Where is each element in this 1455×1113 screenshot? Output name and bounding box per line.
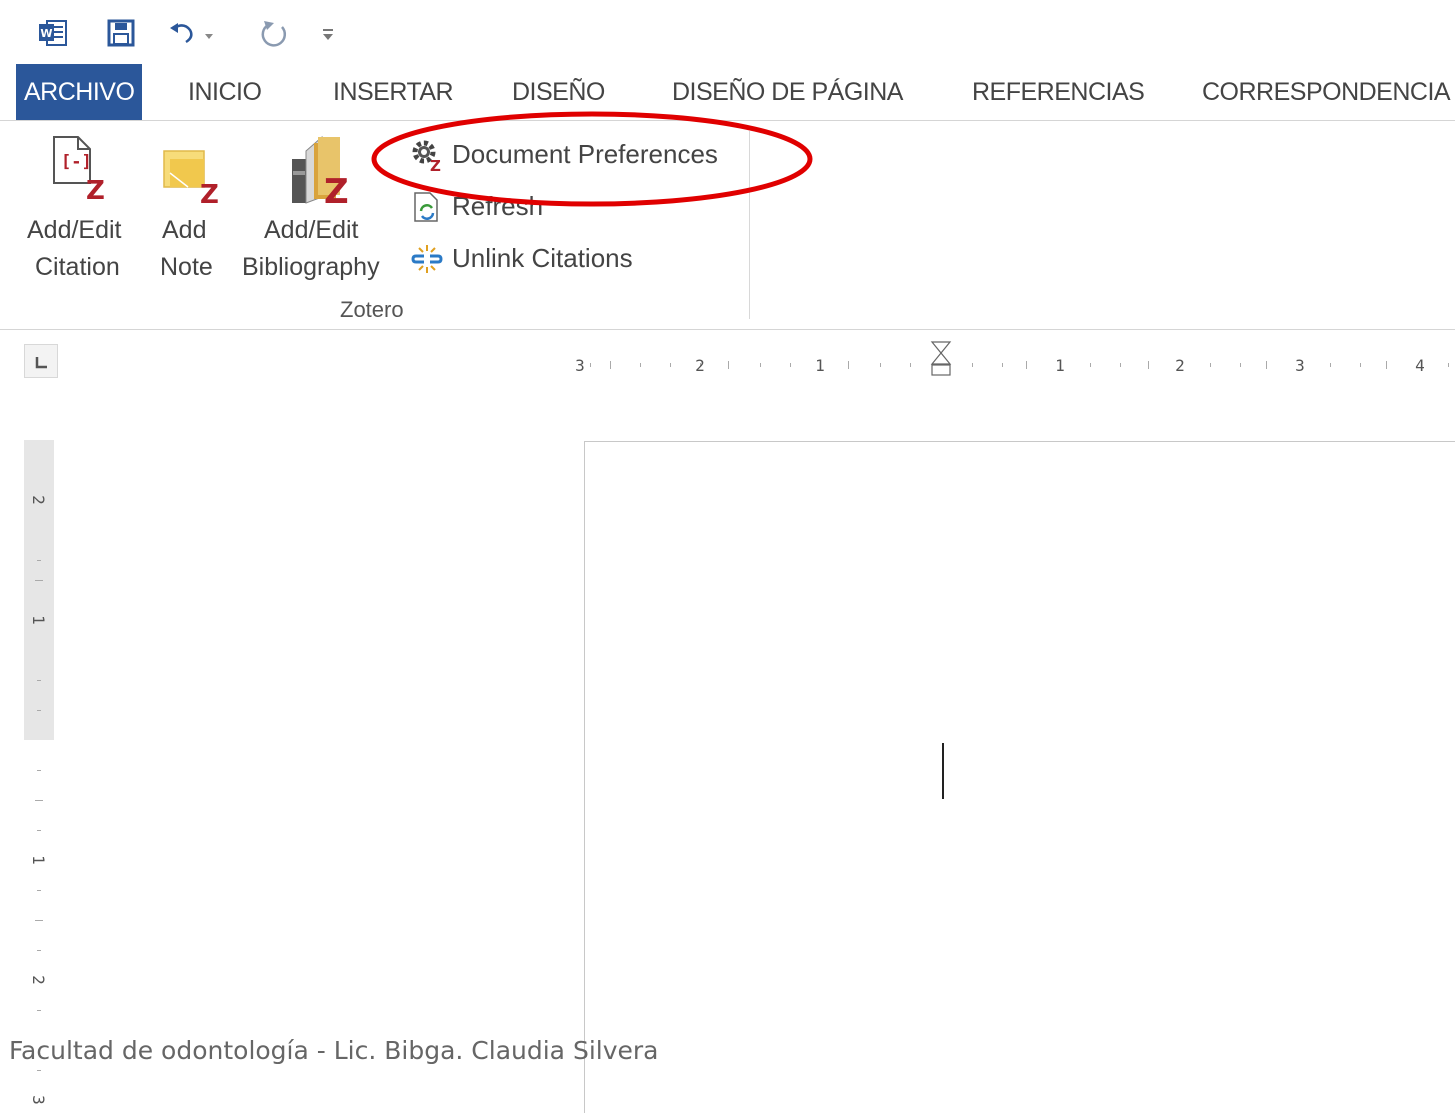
add-edit-bibliography-label-1: Add/Edit (264, 216, 359, 244)
add-edit-bibliography-label-2: Bibliography (242, 253, 380, 281)
add-edit-citation-icon: [-] Z (53, 136, 105, 201)
tab-stop-selector[interactable] (24, 344, 58, 378)
footer-caption: - Facultad de odontología - Lic. Bibga. … (0, 1036, 659, 1065)
unlink-citations-label: Unlink Citations (452, 243, 633, 273)
ruler-label: 1 (29, 615, 48, 625)
svg-text:Z: Z (324, 172, 349, 207)
add-note-label-1: Add (162, 216, 207, 244)
vertical-ruler[interactable]: 2 1 1 2 3 (24, 440, 54, 1113)
ruler-label: 3 (29, 1095, 48, 1105)
add-note-button[interactable]: Z Add Note (156, 121, 228, 291)
tab-correspondencia[interactable]: CORRESPONDENCIA (1202, 64, 1451, 120)
add-edit-citation-label-1: Add/Edit (27, 216, 122, 244)
document-page[interactable] (584, 441, 1455, 1113)
unlink-icon (411, 245, 443, 273)
add-edit-citation-button[interactable]: [-] Z Add/Edit Citation (20, 121, 144, 291)
redo-icon[interactable] (258, 17, 290, 49)
add-note-icon: Z (163, 150, 219, 207)
svg-text:W: W (40, 27, 52, 40)
tab-referencias[interactable]: REFERENCIAS (972, 64, 1145, 120)
ruler-label: 4 (1415, 356, 1425, 375)
save-icon[interactable] (107, 19, 135, 47)
ruler-label: 3 (1295, 356, 1305, 375)
svg-text:Z: Z (200, 180, 219, 207)
undo-dropdown-icon[interactable] (203, 24, 215, 44)
svg-text:Z: Z (86, 176, 105, 201)
add-edit-bibliography-icon: Z (292, 135, 349, 207)
customize-toolbar-icon[interactable] (320, 24, 336, 44)
quick-access-toolbar: W (0, 0, 1455, 60)
ruler-label: 2 (1175, 356, 1185, 375)
horizontal-ruler[interactable]: 3 2 1 1 2 3 4 (560, 340, 1455, 390)
undo-icon[interactable] (168, 18, 198, 48)
ruler-label: 2 (29, 495, 48, 505)
tab-archivo[interactable]: ARCHIVO (16, 64, 143, 120)
text-cursor (942, 743, 944, 799)
ruler-label: 2 (29, 975, 48, 985)
word-icon[interactable]: W (38, 18, 68, 48)
add-note-label-2: Note (160, 253, 213, 281)
ruler-label: 1 (815, 356, 825, 375)
add-edit-citation-label-2: Citation (35, 253, 120, 281)
zotero-group-label: Zotero (340, 297, 404, 322)
ruler-label: 1 (1055, 356, 1065, 375)
ruler-label: 3 (575, 356, 585, 375)
tab-inicio[interactable]: INICIO (188, 64, 262, 120)
highlight-ellipse (371, 111, 813, 207)
ruler-label: 1 (29, 855, 48, 865)
ruler-label: 2 (695, 356, 705, 375)
unlink-citations-button[interactable]: Unlink Citations (410, 236, 650, 280)
indent-markers (930, 341, 952, 376)
svg-text:[-]: [-] (61, 152, 92, 172)
